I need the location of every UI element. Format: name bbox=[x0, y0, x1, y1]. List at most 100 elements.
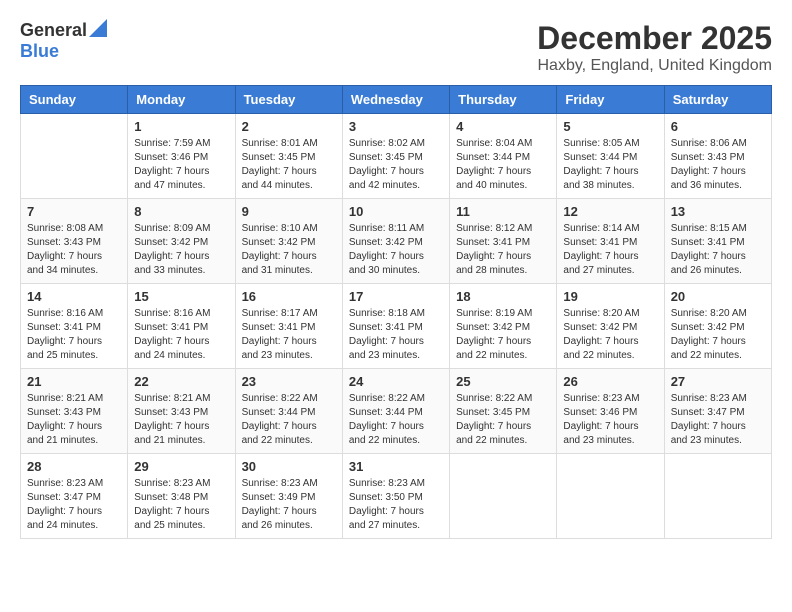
day-info: Sunrise: 8:08 AMSunset: 3:43 PMDaylight:… bbox=[27, 222, 121, 278]
day-info: Sunrise: 7:59 AMSunset: 3:46 PMDaylight:… bbox=[134, 137, 228, 193]
day-info: Sunrise: 8:11 AMSunset: 3:42 PMDaylight:… bbox=[349, 222, 443, 278]
day-number: 18 bbox=[456, 289, 550, 304]
calendar-cell: 12 Sunrise: 8:14 AMSunset: 3:41 PMDayligh… bbox=[557, 199, 664, 284]
day-info: Sunrise: 8:05 AMSunset: 3:44 PMDaylight:… bbox=[563, 137, 657, 193]
day-info: Sunrise: 8:21 AMSunset: 3:43 PMDaylight:… bbox=[27, 392, 121, 448]
calendar-cell: 19 Sunrise: 8:20 AMSunset: 3:42 PMDayligh… bbox=[557, 284, 664, 369]
header: General Blue December 2025 Haxby, Englan… bbox=[20, 20, 772, 75]
day-info: Sunrise: 8:04 AMSunset: 3:44 PMDaylight:… bbox=[456, 137, 550, 193]
day-info: Sunrise: 8:18 AMSunset: 3:41 PMDaylight:… bbox=[349, 307, 443, 363]
logo-triangle-icon bbox=[89, 19, 107, 37]
calendar-cell: 30Sunrise: 8:23 AMSunset: 3:49 PMDayligh… bbox=[235, 454, 342, 539]
day-number: 25 bbox=[456, 374, 550, 389]
main-title: December 2025 bbox=[537, 20, 772, 57]
day-info: Sunrise: 8:01 AMSunset: 3:45 PMDaylight:… bbox=[242, 137, 336, 193]
day-number: 17 bbox=[349, 289, 443, 304]
calendar-cell bbox=[664, 454, 771, 539]
calendar-cell: 8 Sunrise: 8:09 AMSunset: 3:42 PMDaylight… bbox=[128, 199, 235, 284]
calendar-cell: 23 Sunrise: 8:22 AMSunset: 3:44 PMDayligh… bbox=[235, 369, 342, 454]
calendar-cell bbox=[557, 454, 664, 539]
day-info: Sunrise: 8:23 AMSunset: 3:47 PMDaylight:… bbox=[27, 477, 121, 533]
calendar-cell: 17 Sunrise: 8:18 AMSunset: 3:41 PMDayligh… bbox=[342, 284, 449, 369]
day-number: 26 bbox=[563, 374, 657, 389]
day-number: 24 bbox=[349, 374, 443, 389]
column-header-friday: Friday bbox=[557, 86, 664, 114]
title-area: December 2025 Haxby, England, United Kin… bbox=[537, 20, 772, 75]
day-number: 11 bbox=[456, 204, 550, 219]
day-number: 22 bbox=[134, 374, 228, 389]
day-number: 5 bbox=[563, 119, 657, 134]
day-info: Sunrise: 8:02 AMSunset: 3:45 PMDaylight:… bbox=[349, 137, 443, 193]
day-number: 28 bbox=[27, 459, 121, 474]
day-number: 19 bbox=[563, 289, 657, 304]
calendar-week-row: 28 Sunrise: 8:23 AMSunset: 3:47 PMDayligh… bbox=[21, 454, 772, 539]
day-info: Sunrise: 8:21 AMSunset: 3:43 PMDaylight:… bbox=[134, 392, 228, 448]
calendar-cell: 18 Sunrise: 8:19 AMSunset: 3:42 PMDayligh… bbox=[450, 284, 557, 369]
calendar-cell: 9 Sunrise: 8:10 AMSunset: 3:42 PMDaylight… bbox=[235, 199, 342, 284]
calendar-cell: 31 Sunrise: 8:23 AMSunset: 3:50 PMDayligh… bbox=[342, 454, 449, 539]
day-number: 13 bbox=[671, 204, 765, 219]
calendar-cell: 20Sunrise: 8:20 AMSunset: 3:42 PMDayligh… bbox=[664, 284, 771, 369]
column-header-wednesday: Wednesday bbox=[342, 86, 449, 114]
day-number: 10 bbox=[349, 204, 443, 219]
calendar-cell: 6 Sunrise: 8:06 AMSunset: 3:43 PMDaylight… bbox=[664, 114, 771, 199]
day-info: Sunrise: 8:20 AMSunset: 3:42 PMDaylight:… bbox=[563, 307, 657, 363]
day-number: 9 bbox=[242, 204, 336, 219]
calendar-cell bbox=[21, 114, 128, 199]
column-header-tuesday: Tuesday bbox=[235, 86, 342, 114]
day-number: 7 bbox=[27, 204, 121, 219]
calendar-cell: 5 Sunrise: 8:05 AMSunset: 3:44 PMDaylight… bbox=[557, 114, 664, 199]
calendar-cell: 1Sunrise: 7:59 AMSunset: 3:46 PMDaylight… bbox=[128, 114, 235, 199]
calendar-cell: 7 Sunrise: 8:08 AMSunset: 3:43 PMDaylight… bbox=[21, 199, 128, 284]
day-number: 14 bbox=[27, 289, 121, 304]
column-header-saturday: Saturday bbox=[664, 86, 771, 114]
day-info: Sunrise: 8:19 AMSunset: 3:42 PMDaylight:… bbox=[456, 307, 550, 363]
day-info: Sunrise: 8:22 AMSunset: 3:44 PMDaylight:… bbox=[349, 392, 443, 448]
calendar-cell: 4 Sunrise: 8:04 AMSunset: 3:44 PMDaylight… bbox=[450, 114, 557, 199]
day-info: Sunrise: 8:12 AMSunset: 3:41 PMDaylight:… bbox=[456, 222, 550, 278]
calendar-table: SundayMondayTuesdayWednesdayThursdayFrid… bbox=[20, 85, 772, 539]
calendar-cell: 11 Sunrise: 8:12 AMSunset: 3:41 PMDayligh… bbox=[450, 199, 557, 284]
day-info: Sunrise: 8:14 AMSunset: 3:41 PMDaylight:… bbox=[563, 222, 657, 278]
day-info: Sunrise: 8:23 AMSunset: 3:47 PMDaylight:… bbox=[671, 392, 765, 448]
calendar-cell: 22 Sunrise: 8:21 AMSunset: 3:43 PMDayligh… bbox=[128, 369, 235, 454]
day-number: 4 bbox=[456, 119, 550, 134]
day-number: 6 bbox=[671, 119, 765, 134]
day-info: Sunrise: 8:06 AMSunset: 3:43 PMDaylight:… bbox=[671, 137, 765, 193]
day-info: Sunrise: 8:20 AMSunset: 3:42 PMDaylight:… bbox=[671, 307, 765, 363]
day-info: Sunrise: 8:22 AMSunset: 3:44 PMDaylight:… bbox=[242, 392, 336, 448]
calendar-cell: 13 Sunrise: 8:15 AMSunset: 3:41 PMDayligh… bbox=[664, 199, 771, 284]
day-number: 23 bbox=[242, 374, 336, 389]
day-info: Sunrise: 8:22 AMSunset: 3:45 PMDaylight:… bbox=[456, 392, 550, 448]
day-number: 8 bbox=[134, 204, 228, 219]
day-info: Sunrise: 8:16 AMSunset: 3:41 PMDaylight:… bbox=[27, 307, 121, 363]
calendar-cell: 28 Sunrise: 8:23 AMSunset: 3:47 PMDayligh… bbox=[21, 454, 128, 539]
calendar-cell bbox=[450, 454, 557, 539]
day-number: 31 bbox=[349, 459, 443, 474]
day-number: 29 bbox=[134, 459, 228, 474]
calendar-cell: 3 Sunrise: 8:02 AMSunset: 3:45 PMDaylight… bbox=[342, 114, 449, 199]
day-info: Sunrise: 8:15 AMSunset: 3:41 PMDaylight:… bbox=[671, 222, 765, 278]
calendar-week-row: 21 Sunrise: 8:21 AMSunset: 3:43 PMDayligh… bbox=[21, 369, 772, 454]
calendar-cell: 25 Sunrise: 8:22 AMSunset: 3:45 PMDayligh… bbox=[450, 369, 557, 454]
day-number: 12 bbox=[563, 204, 657, 219]
day-info: Sunrise: 8:10 AMSunset: 3:42 PMDaylight:… bbox=[242, 222, 336, 278]
day-info: Sunrise: 8:23 AMSunset: 3:48 PMDaylight:… bbox=[134, 477, 228, 533]
calendar-cell: 21 Sunrise: 8:21 AMSunset: 3:43 PMDayligh… bbox=[21, 369, 128, 454]
calendar-cell: 24 Sunrise: 8:22 AMSunset: 3:44 PMDayligh… bbox=[342, 369, 449, 454]
day-info: Sunrise: 8:09 AMSunset: 3:42 PMDaylight:… bbox=[134, 222, 228, 278]
calendar-cell: 14 Sunrise: 8:16 AMSunset: 3:41 PMDayligh… bbox=[21, 284, 128, 369]
calendar-week-row: 7 Sunrise: 8:08 AMSunset: 3:43 PMDaylight… bbox=[21, 199, 772, 284]
calendar-cell: 10 Sunrise: 8:11 AMSunset: 3:42 PMDayligh… bbox=[342, 199, 449, 284]
column-header-thursday: Thursday bbox=[450, 86, 557, 114]
day-info: Sunrise: 8:16 AMSunset: 3:41 PMDaylight:… bbox=[134, 307, 228, 363]
calendar-header-row: SundayMondayTuesdayWednesdayThursdayFrid… bbox=[21, 86, 772, 114]
day-number: 3 bbox=[349, 119, 443, 134]
day-number: 21 bbox=[27, 374, 121, 389]
day-number: 2 bbox=[242, 119, 336, 134]
day-info: Sunrise: 8:23 AMSunset: 3:50 PMDaylight:… bbox=[349, 477, 443, 533]
day-info: Sunrise: 8:23 AMSunset: 3:49 PMDaylight:… bbox=[242, 477, 336, 533]
column-header-sunday: Sunday bbox=[21, 86, 128, 114]
day-info: Sunrise: 8:23 AMSunset: 3:46 PMDaylight:… bbox=[563, 392, 657, 448]
calendar-cell: 16Sunrise: 8:17 AMSunset: 3:41 PMDayligh… bbox=[235, 284, 342, 369]
